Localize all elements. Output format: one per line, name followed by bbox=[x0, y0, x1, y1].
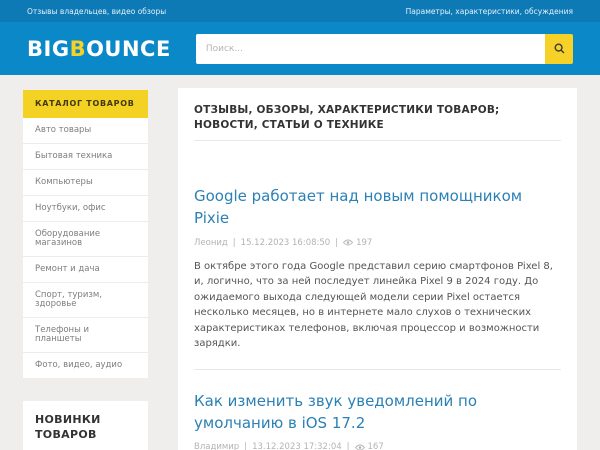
sidebar-item-photo[interactable]: Фото, видео, аудио bbox=[23, 352, 148, 378]
sidebar-item-laptops[interactable]: Ноутбуки, офис bbox=[23, 195, 148, 221]
sidebar-item-sport[interactable]: Спорт, туризм, здоровье bbox=[23, 282, 148, 317]
views-counter: 167 bbox=[355, 442, 384, 450]
sidebar-item-auto[interactable]: Авто товары bbox=[23, 118, 148, 143]
divider bbox=[194, 369, 561, 370]
sidebar-item-appliances[interactable]: Бытовая техника bbox=[23, 143, 148, 169]
search-button[interactable] bbox=[545, 34, 573, 64]
catalog-menu: Авто товары Бытовая техника Компьютеры Н… bbox=[23, 118, 148, 378]
search-icon bbox=[554, 43, 565, 54]
catalog-header[interactable]: КАТАЛОГ ТОВАРОВ bbox=[23, 90, 148, 118]
logo-part1: BIG bbox=[27, 37, 70, 61]
sidebar-item-repair[interactable]: Ремонт и дача bbox=[23, 256, 148, 282]
top-bar: Отзывы владельцев, видео обзоры Параметр… bbox=[0, 0, 600, 22]
views-count: 197 bbox=[356, 238, 372, 248]
views-count: 167 bbox=[368, 442, 384, 450]
topbar-link-reviews[interactable]: Отзывы владельцев, видео обзоры bbox=[27, 7, 166, 16]
article-title-link[interactable]: Как изменить звук уведомлений по умолчан… bbox=[194, 391, 561, 435]
site-header: BIGBOUNCE bbox=[0, 22, 600, 75]
meta-separator: | bbox=[244, 442, 247, 450]
sidebar-item-store-equipment[interactable]: Оборудование магазинов bbox=[23, 221, 148, 256]
topbar-link-specs[interactable]: Параметры, характеристики, обсуждения bbox=[406, 7, 573, 16]
article-title-link[interactable]: Google работает над новым помощником Pix… bbox=[194, 186, 561, 230]
page-title: ОТЗЫВЫ, ОБЗОРЫ, ХАРАКТЕРИСТИКИ ТОВАРОВ; … bbox=[194, 103, 561, 132]
site-logo[interactable]: BIGBOUNCE bbox=[27, 37, 171, 61]
views-counter: 197 bbox=[343, 238, 372, 248]
sidebar-item-phones[interactable]: Телефоны и планшеты bbox=[23, 317, 148, 352]
main-content: ОТЗЫВЫ, ОБЗОРЫ, ХАРАКТЕРИСТИКИ ТОВАРОВ; … bbox=[178, 88, 577, 450]
article-pixie: Google работает над новым помощником Pix… bbox=[194, 186, 561, 352]
article-meta: Леонид | 15.12.2023 16:08:50 | 197 bbox=[194, 238, 561, 248]
eye-icon bbox=[355, 444, 365, 450]
meta-separator: | bbox=[233, 238, 236, 248]
article-date: 13.12.2023 17:32:04 bbox=[252, 442, 342, 450]
new-products-widget: НОВИНКИ ТОВАРОВ Ванна Roca Ming bbox=[23, 401, 148, 450]
article-excerpt: В октябре этого года Google представил с… bbox=[194, 259, 561, 352]
sidebar-item-computers[interactable]: Компьютеры bbox=[23, 169, 148, 195]
logo-accent: B bbox=[70, 37, 87, 61]
meta-separator: | bbox=[335, 238, 338, 248]
logo-part2: OUNCE bbox=[86, 37, 171, 61]
eye-icon bbox=[343, 239, 353, 246]
divider bbox=[194, 140, 561, 141]
article-ios: Как изменить звук уведомлений по умолчан… bbox=[194, 391, 561, 450]
search-input[interactable] bbox=[196, 34, 545, 64]
article-meta: Владимир | 13.12.2023 17:32:04 | 167 bbox=[194, 442, 561, 450]
search-form bbox=[196, 34, 573, 64]
article-author: Владимир bbox=[194, 442, 239, 450]
sidebar: КАТАЛОГ ТОВАРОВ Авто товары Бытовая техн… bbox=[23, 90, 148, 450]
new-products-title: НОВИНКИ ТОВАРОВ bbox=[35, 413, 136, 443]
article-author: Леонид bbox=[194, 238, 228, 248]
meta-separator: | bbox=[347, 442, 350, 450]
article-date: 15.12.2023 16:08:50 bbox=[241, 238, 331, 248]
